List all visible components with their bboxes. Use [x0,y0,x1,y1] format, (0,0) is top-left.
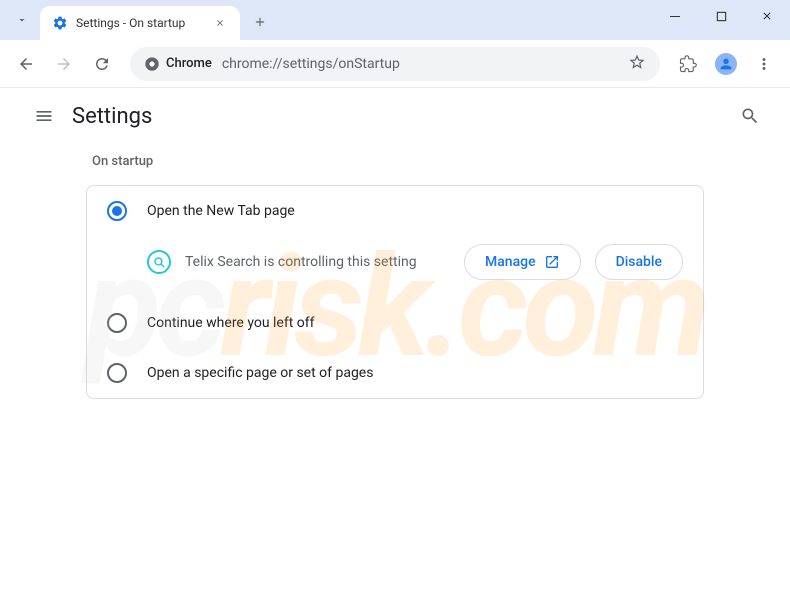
url-text: chrome://settings/onStartup [222,56,618,72]
radio-unselected[interactable] [107,313,127,333]
close-icon[interactable] [210,13,230,33]
avatar-icon [715,53,737,75]
chrome-icon [144,56,160,72]
settings-page: Settings On startup Open the New Tab pag… [0,88,790,615]
option-label: Open a specific page or set of pages [147,365,373,381]
bookmark-star-icon[interactable] [628,53,646,75]
browser-toolbar: Chrome chrome://settings/onStartup [0,40,790,88]
maximize-button[interactable] [698,0,744,32]
controlled-message: Telix Search is controlling this setting [185,254,450,270]
option-specific-pages[interactable]: Open a specific page or set of pages [87,348,703,398]
external-link-icon [544,254,560,270]
extension-controlled-notice: Telix Search is controlling this setting… [87,236,703,298]
radio-selected[interactable] [107,201,127,221]
manage-label: Manage [485,254,536,270]
disable-label: Disable [616,254,662,270]
site-info[interactable]: Chrome [144,56,212,72]
profile-button[interactable] [710,48,742,80]
extension-icon [147,250,171,274]
browser-tab[interactable]: Settings - On startup [40,6,240,40]
tabs-dropdown-button[interactable] [8,6,36,34]
tab-strip: Settings - On startup [0,0,790,40]
page-title: Settings [72,104,152,129]
address-bar[interactable]: Chrome chrome://settings/onStartup [130,47,660,81]
startup-options-card: Open the New Tab page Telix Search is co… [86,185,704,399]
gear-icon [52,15,68,31]
option-new-tab[interactable]: Open the New Tab page [87,186,703,236]
reload-button[interactable] [86,48,118,80]
minimize-button[interactable] [652,0,698,32]
tab-title: Settings - On startup [76,16,210,30]
forward-button[interactable] [48,48,80,80]
hamburger-menu-button[interactable] [20,92,68,140]
settings-content: On startup Open the New Tab page Telix S… [0,144,790,399]
option-label: Open the New Tab page [147,203,295,219]
new-tab-button[interactable] [246,8,274,36]
search-settings-button[interactable] [730,96,770,136]
back-button[interactable] [10,48,42,80]
kebab-menu-button[interactable] [748,48,780,80]
extensions-button[interactable] [672,48,704,80]
chrome-label: Chrome [166,56,212,71]
manage-button[interactable]: Manage [464,244,581,280]
section-title: On startup [86,154,704,169]
disable-button[interactable]: Disable [595,244,683,280]
window-controls [652,0,790,40]
close-window-button[interactable] [744,0,790,32]
radio-unselected[interactable] [107,363,127,383]
option-continue[interactable]: Continue where you left off [87,298,703,348]
option-label: Continue where you left off [147,315,315,331]
page-header: Settings [0,88,790,144]
